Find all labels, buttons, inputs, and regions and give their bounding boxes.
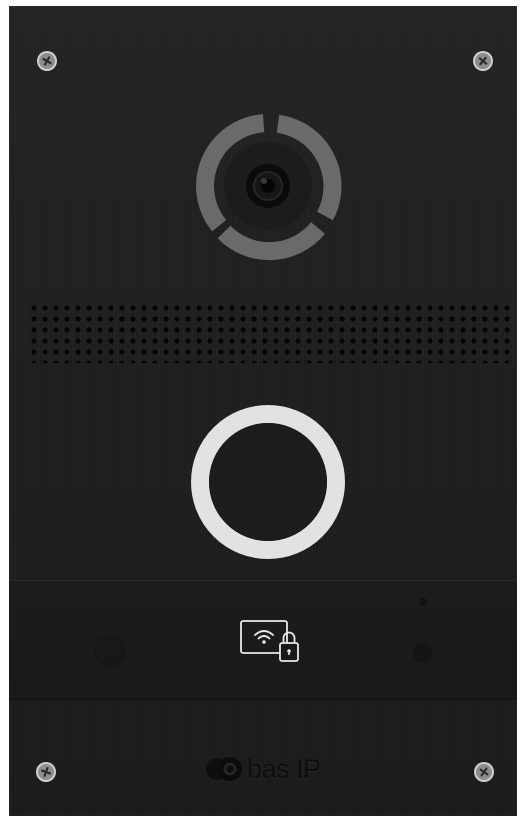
- speaker-grille: [29, 303, 515, 363]
- camera-module: [190, 108, 346, 264]
- wifi-card-lock-icon[interactable]: [239, 617, 305, 669]
- card-reader-strip: [9, 580, 517, 700]
- brand-logo: bas IP: [204, 754, 321, 784]
- intercom-panel: bas IP: [9, 6, 517, 816]
- screw-icon: [472, 50, 494, 72]
- screw-icon: [36, 50, 58, 72]
- ir-sensor: [94, 635, 126, 667]
- screw-icon: [35, 761, 57, 783]
- call-ring-icon: [191, 405, 345, 559]
- brand-logo-icon: [206, 757, 242, 781]
- brand-logo-text: bas IP: [247, 754, 321, 784]
- camera-icon: [196, 114, 342, 261]
- light-sensor: [419, 598, 427, 606]
- microphone: [413, 643, 433, 663]
- call-button[interactable]: [190, 404, 346, 560]
- screw-icon: [473, 761, 495, 783]
